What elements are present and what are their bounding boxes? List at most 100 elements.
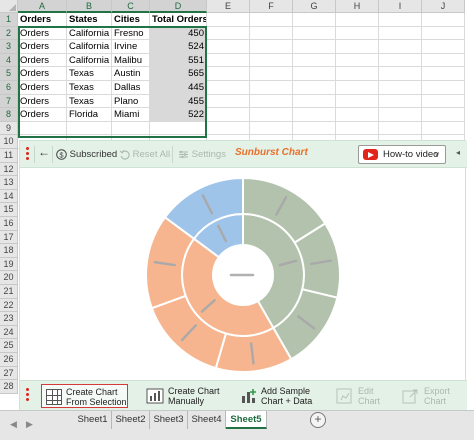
column-header-i[interactable]: I xyxy=(379,0,422,13)
cell-i6[interactable] xyxy=(379,81,422,95)
cell-j7[interactable] xyxy=(422,94,465,109)
cell-f7[interactable] xyxy=(250,94,293,109)
cell-g7[interactable] xyxy=(293,94,336,109)
drag-handle[interactable] xyxy=(26,147,29,162)
sheet-tab-sheet1[interactable]: Sheet1 xyxy=(74,411,112,429)
cell-d7[interactable]: 455 xyxy=(150,94,207,109)
cell-a2[interactable]: Orders xyxy=(18,26,67,41)
row-header-12[interactable]: 12 xyxy=(0,162,18,177)
cell-j1[interactable] xyxy=(422,13,465,27)
cell-g6[interactable] xyxy=(293,81,336,95)
next-sheet-arrow-icon[interactable]: ▶ xyxy=(26,419,33,430)
cell-i3[interactable] xyxy=(379,40,422,54)
cell-c5[interactable]: Austin xyxy=(112,67,150,81)
cell-d9[interactable] xyxy=(150,121,207,136)
cell-c9[interactable] xyxy=(112,121,150,136)
cell-i2[interactable] xyxy=(379,26,422,41)
row-header-2[interactable]: 2 xyxy=(0,26,18,41)
cell-d2[interactable]: 450 xyxy=(150,26,207,41)
cell-h8[interactable] xyxy=(336,108,379,122)
row-header-6[interactable]: 6 xyxy=(0,81,18,95)
cell-e4[interactable] xyxy=(207,53,250,68)
cell-d4[interactable]: 551 xyxy=(150,53,207,68)
cell-d1[interactable]: Total Orders xyxy=(150,13,207,27)
cell-g4[interactable] xyxy=(293,53,336,68)
row-header-26[interactable]: 26 xyxy=(0,353,18,367)
cell-g3[interactable] xyxy=(293,40,336,54)
row-header-4[interactable]: 4 xyxy=(0,53,18,68)
cell-h1[interactable] xyxy=(336,13,379,27)
row-header-24[interactable]: 24 xyxy=(0,325,18,340)
row-header-1[interactable]: 1 xyxy=(0,13,18,27)
column-header-b[interactable]: B xyxy=(67,0,112,13)
row-header-27[interactable]: 27 xyxy=(0,366,18,381)
cell-d3[interactable]: 524 xyxy=(150,40,207,54)
row-header-8[interactable]: 8 xyxy=(0,108,18,122)
row-header-13[interactable]: 13 xyxy=(0,176,18,190)
cell-j2[interactable] xyxy=(422,26,465,41)
drag-handle-bottom[interactable] xyxy=(26,388,29,403)
row-header-20[interactable]: 20 xyxy=(0,271,18,285)
cell-c7[interactable]: Plano xyxy=(112,94,150,109)
edit-chart-button[interactable]: Edit Chart xyxy=(336,384,380,408)
cell-c2[interactable]: Fresno xyxy=(112,26,150,41)
column-header-f[interactable]: F xyxy=(250,0,293,13)
cell-e2[interactable] xyxy=(207,26,250,41)
cell-i8[interactable] xyxy=(379,108,422,122)
cell-j6[interactable] xyxy=(422,81,465,95)
back-arrow-icon[interactable]: ← xyxy=(38,145,50,160)
row-header-18[interactable]: 18 xyxy=(0,244,18,258)
cell-i4[interactable] xyxy=(379,53,422,68)
cell-d6[interactable]: 445 xyxy=(150,81,207,95)
row-header-5[interactable]: 5 xyxy=(0,67,18,81)
collapse-panel-icon[interactable]: ◂ xyxy=(456,148,460,157)
cell-b5[interactable]: Texas xyxy=(67,67,112,81)
cell-f5[interactable] xyxy=(250,67,293,81)
column-header-a[interactable]: A xyxy=(18,0,67,13)
cell-d5[interactable]: 565 xyxy=(150,67,207,81)
cell-b2[interactable]: California xyxy=(67,26,112,41)
column-header-c[interactable]: C xyxy=(112,0,150,13)
cell-h9[interactable] xyxy=(336,121,379,136)
cell-j9[interactable] xyxy=(422,121,465,136)
cell-g9[interactable] xyxy=(293,121,336,136)
sheet-tab-sheet5[interactable]: Sheet5 xyxy=(226,411,267,429)
create-from-selection-button[interactable]: Create Chart From Selection xyxy=(41,384,128,408)
column-header-d[interactable]: D xyxy=(150,0,207,13)
cell-h7[interactable] xyxy=(336,94,379,109)
cell-c3[interactable]: Irvine xyxy=(112,40,150,54)
cell-e5[interactable] xyxy=(207,67,250,81)
sheet-tab-sheet3[interactable]: Sheet3 xyxy=(150,411,188,429)
cell-c4[interactable]: Malibu xyxy=(112,53,150,68)
cell-j4[interactable] xyxy=(422,53,465,68)
cell-i9[interactable] xyxy=(379,121,422,136)
cell-b7[interactable]: Texas xyxy=(67,94,112,109)
cell-g2[interactable] xyxy=(293,26,336,41)
cell-e9[interactable] xyxy=(207,121,250,136)
cell-h5[interactable] xyxy=(336,67,379,81)
cell-e8[interactable] xyxy=(207,108,250,122)
cell-i1[interactable] xyxy=(379,13,422,27)
subscribed-button[interactable]: $ Subscribed xyxy=(56,147,117,162)
cell-f4[interactable] xyxy=(250,53,293,68)
row-header-14[interactable]: 14 xyxy=(0,189,18,204)
cell-b4[interactable]: California xyxy=(67,53,112,68)
column-header-g[interactable]: G xyxy=(293,0,336,13)
cell-i5[interactable] xyxy=(379,67,422,81)
cell-a6[interactable]: Orders xyxy=(18,81,67,95)
row-header-15[interactable]: 15 xyxy=(0,203,18,217)
add-sheet-icon[interactable]: + xyxy=(310,412,326,428)
row-header-11[interactable]: 11 xyxy=(0,149,18,163)
cell-b1[interactable]: States xyxy=(67,13,112,27)
cell-a3[interactable]: Orders xyxy=(18,40,67,54)
cell-g8[interactable] xyxy=(293,108,336,122)
cell-h2[interactable] xyxy=(336,26,379,41)
cell-a8[interactable]: Orders xyxy=(18,108,67,122)
cell-c6[interactable]: Dallas xyxy=(112,81,150,95)
row-header-3[interactable]: 3 xyxy=(0,40,18,54)
sheet-tab-sheet2[interactable]: Sheet2 xyxy=(112,411,150,429)
row-header-16[interactable]: 16 xyxy=(0,217,18,231)
sheet-tab-sheet4[interactable]: Sheet4 xyxy=(188,411,226,429)
reset-all-button[interactable]: Reset All xyxy=(119,147,170,162)
select-all-corner[interactable] xyxy=(0,0,18,13)
